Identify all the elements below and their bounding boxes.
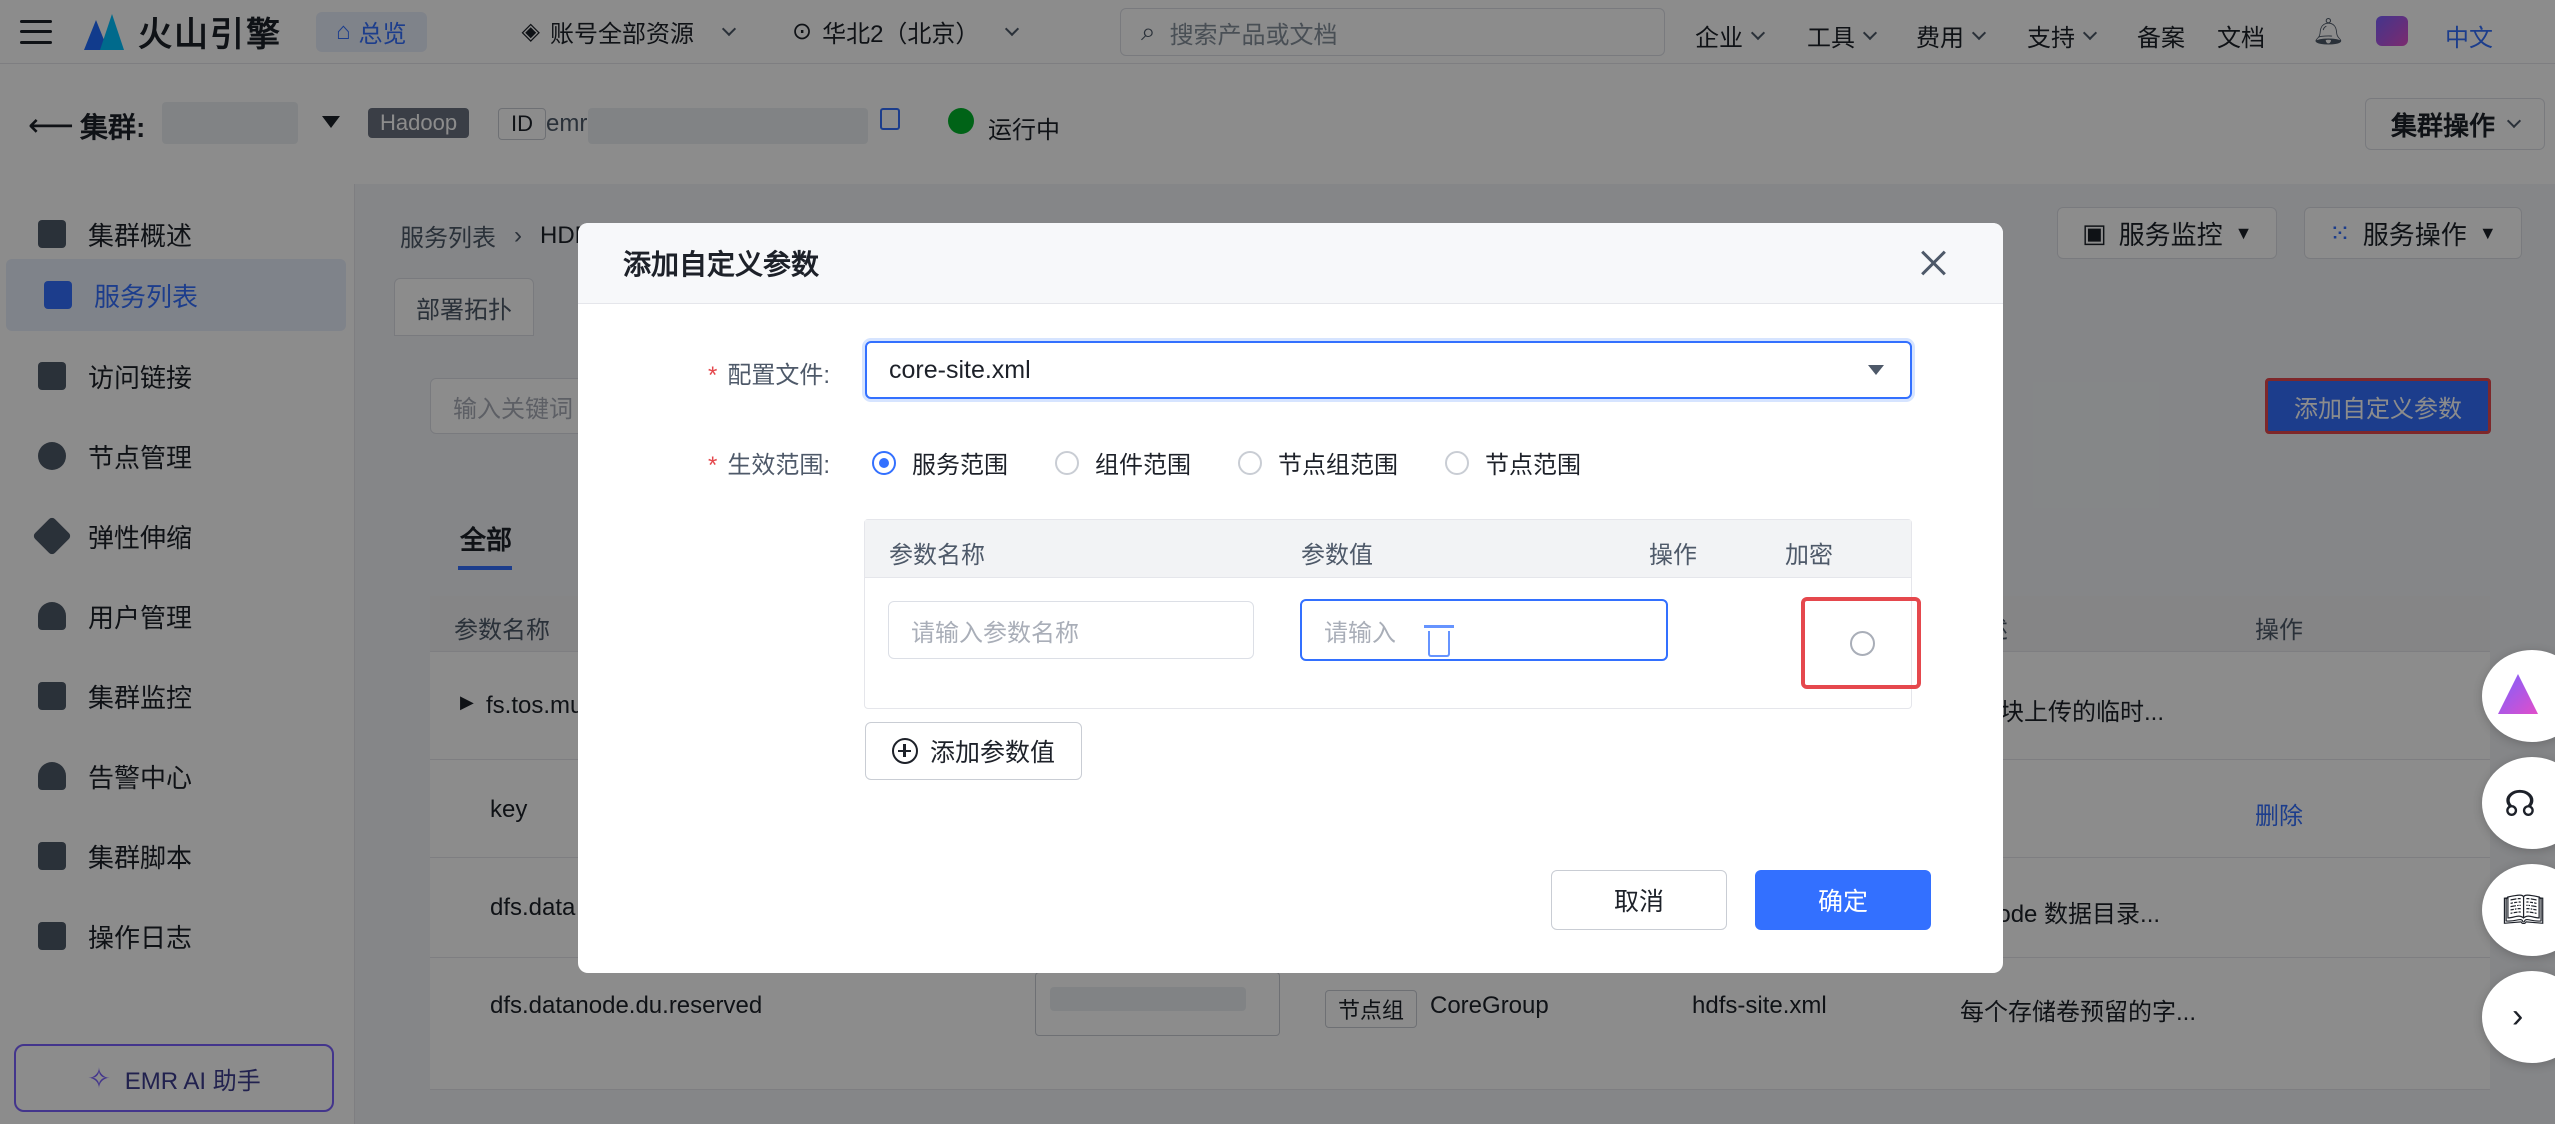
dialog-header: 添加自定义参数 bbox=[578, 223, 2003, 304]
plus-circle-icon bbox=[891, 738, 918, 764]
radio-checked-icon bbox=[872, 450, 896, 475]
radio-node-scope[interactable]: 节点范围 bbox=[1445, 445, 1581, 480]
radio-component-scope[interactable]: 组件范围 bbox=[1055, 445, 1191, 480]
add-custom-param-dialog: 添加自定义参数 * 配置文件: core-site.xml * 生效范围: 服务范围… bbox=[578, 223, 2003, 973]
param-value-input[interactable]: 请输入 bbox=[1300, 599, 1668, 661]
dialog-title: 添加自定义参数 bbox=[623, 249, 820, 280]
scope-label: * 生效范围: bbox=[708, 452, 831, 479]
required-mark: * bbox=[708, 452, 718, 479]
confirm-button[interactable]: 确定 bbox=[1755, 870, 1931, 930]
radio-unchecked-icon bbox=[1055, 450, 1079, 475]
cancel-button[interactable]: 取消 bbox=[1551, 870, 1727, 930]
param-table-header: 参数名称 参数值 操作 加密 bbox=[865, 520, 1911, 578]
config-file-label: * 配置文件: bbox=[708, 362, 831, 389]
encrypt-toggle-highlight[interactable] bbox=[1801, 597, 1921, 689]
radio-unchecked-icon bbox=[1445, 450, 1469, 475]
add-param-value-button[interactable]: 添加参数值 bbox=[865, 722, 1082, 780]
ai-mountain-icon bbox=[2498, 674, 2538, 714]
caret-down-icon bbox=[1868, 365, 1884, 375]
chevron-right-icon: › bbox=[2512, 997, 2524, 1035]
book-icon: 📖︎ bbox=[2502, 891, 2546, 929]
close-icon[interactable] bbox=[1915, 245, 1951, 281]
trash-icon[interactable] bbox=[1424, 625, 1454, 657]
radio-unchecked-icon bbox=[1238, 450, 1262, 475]
headset-icon: ☊ bbox=[2504, 783, 2536, 824]
config-file-select[interactable]: core-site.xml bbox=[865, 341, 1912, 399]
encrypt-radio-icon bbox=[1850, 631, 1875, 656]
radio-service-scope[interactable]: 服务范围 bbox=[872, 445, 1008, 480]
param-name-input[interactable]: 请输入参数名称 bbox=[888, 601, 1254, 659]
radio-node-group-scope[interactable]: 节点组范围 bbox=[1238, 445, 1398, 480]
required-mark: * bbox=[708, 362, 718, 389]
